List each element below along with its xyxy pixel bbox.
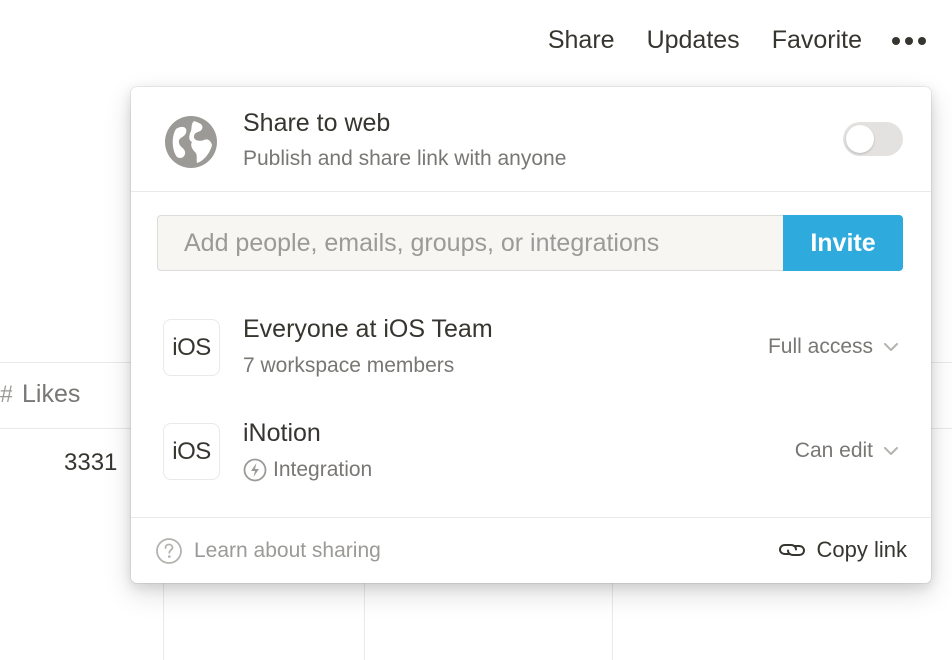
access-dropdown[interactable]: Full access [768, 335, 899, 359]
toggle-knob [846, 125, 874, 153]
access-dropdown[interactable]: Can edit [795, 439, 899, 463]
share-popup-footer: Learn about sharing Copy link [131, 517, 931, 583]
page: # Likes 3331 Share Updates Favorite Shar… [0, 0, 952, 660]
table-column-divider [612, 583, 613, 660]
updates-button[interactable]: Updates [647, 26, 740, 55]
learn-about-sharing-label: Learn about sharing [194, 539, 381, 562]
share-popup: Share to web Publish and share link with… [131, 87, 931, 583]
link-icon [778, 544, 805, 556]
globe-icon [165, 116, 217, 168]
member-row-inotion[interactable]: iOS iNotion Integration Can edit [131, 413, 931, 493]
likes-cell[interactable]: 3331 [64, 449, 117, 477]
more-horizontal-icon[interactable] [892, 36, 926, 45]
member-subtitle: Integration [243, 458, 372, 482]
member-row-everyone[interactable]: iOS Everyone at iOS Team 7 workspace mem… [131, 309, 931, 389]
share-to-web-title: Share to web [243, 109, 391, 137]
table-column-divider [163, 583, 164, 660]
share-to-web-section[interactable]: Share to web Publish and share link with… [131, 87, 931, 192]
access-level-label: Can edit [794, 439, 873, 462]
question-circle-icon [156, 538, 182, 564]
likes-column-label: Likes [22, 380, 81, 408]
lightning-bolt-icon [243, 458, 267, 482]
share-to-web-toggle[interactable] [843, 122, 903, 156]
workspace-avatar: iOS [163, 319, 220, 376]
invite-button[interactable]: Invite [783, 215, 903, 271]
member-subtitle: 7 workspace members [243, 354, 454, 378]
top-bar: Share Updates Favorite [548, 26, 926, 55]
copy-link-button[interactable]: Copy link [777, 537, 907, 563]
share-to-web-subtitle: Publish and share link with anyone [243, 147, 567, 170]
integration-avatar: iOS [163, 423, 220, 480]
chevron-down-icon [884, 343, 898, 351]
access-level-label: Full access [767, 335, 873, 358]
copy-link-label: Copy link [816, 537, 907, 562]
chevron-down-icon [884, 447, 898, 455]
share-button[interactable]: Share [548, 26, 615, 55]
invite-row: Invite [157, 215, 903, 271]
member-subtitle-text: Integration [273, 458, 373, 481]
member-name: Everyone at iOS Team [243, 315, 493, 343]
member-name: iNotion [243, 419, 321, 447]
number-property-icon: # [0, 381, 12, 409]
favorite-button[interactable]: Favorite [772, 26, 862, 55]
member-subtitle-text: 7 workspace members [243, 354, 455, 377]
table-column-divider [364, 583, 365, 660]
invite-search-input[interactable] [157, 215, 783, 271]
learn-about-sharing-link[interactable]: Learn about sharing [155, 537, 381, 565]
likes-column-header[interactable]: # Likes [0, 380, 80, 409]
